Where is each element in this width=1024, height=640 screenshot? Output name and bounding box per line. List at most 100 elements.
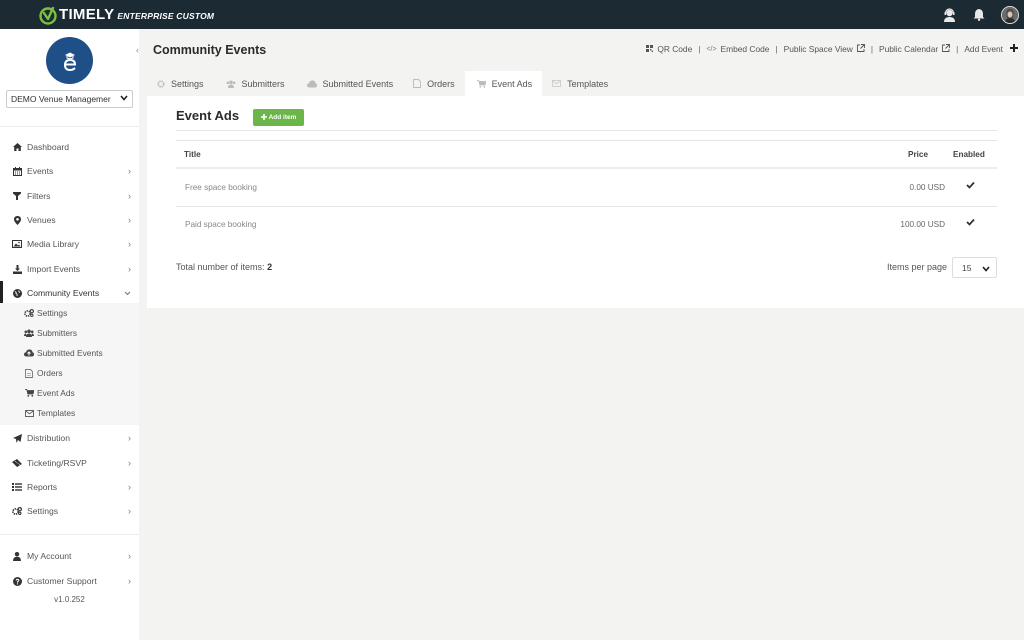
- sidebar-item-label: Distribution: [27, 433, 70, 443]
- sidebar-item-ticketing-rsvp[interactable]: Ticketing/RSVP ›: [0, 451, 139, 475]
- sidebar-item-label: Ticketing/RSVP: [27, 458, 87, 468]
- submenu-item-orders[interactable]: Orders: [0, 363, 139, 383]
- envelope-icon: [24, 409, 34, 417]
- cloud-upload-icon: [24, 349, 34, 357]
- panel-title: Event Ads: [176, 108, 240, 123]
- app-version: v1.0.252: [54, 595, 85, 604]
- total-items: Total number of items: 2: [176, 262, 272, 272]
- chevron-right-icon: ›: [128, 482, 131, 492]
- tab-orders[interactable]: Orders: [403, 71, 465, 96]
- submenu-item-settings[interactable]: Settings: [0, 303, 139, 323]
- sidebar-item-import-events[interactable]: Import Events ›: [0, 257, 139, 281]
- file-icon: [24, 368, 34, 378]
- chevron-down-icon: [982, 264, 990, 274]
- sidebar-item-label: Events: [27, 166, 54, 176]
- row-title[interactable]: Paid space booking: [185, 220, 256, 229]
- sidebar: ‹ DEMO Venue Managemer Dashboard Events …: [0, 29, 139, 640]
- items-per-page-label: Items per page: [886, 262, 947, 272]
- external-link-icon: [942, 44, 951, 54]
- add-event-link[interactable]: Add Event: [964, 44, 1018, 54]
- sidebar-item-label: Community Events: [27, 288, 100, 298]
- tab-label: Orders: [427, 78, 455, 89]
- chevron-right-icon: ›: [128, 458, 131, 468]
- bell-icon[interactable]: [971, 7, 987, 23]
- tab-event-ads[interactable]: Event Ads: [464, 71, 543, 96]
- submenu-item-label: Settings: [37, 308, 68, 318]
- top-bar: TIMELY ENTERPRISE CUSTOM: [0, 0, 1024, 29]
- submenu-item-event-ads[interactable]: Event Ads: [0, 383, 139, 403]
- plus-icon: [1010, 44, 1018, 54]
- page-title: Community Events: [153, 43, 267, 57]
- add-item-button[interactable]: Add item: [253, 109, 304, 126]
- column-header-price[interactable]: Price: [908, 150, 928, 159]
- qr-code-link[interactable]: QR Code: [646, 44, 692, 54]
- sidebar-item-settings[interactable]: Settings ›: [0, 499, 139, 523]
- map-marker-icon: [12, 215, 22, 225]
- public-calendar-label: Public Calendar: [879, 44, 939, 54]
- sidebar-item-reports[interactable]: Reports ›: [0, 475, 139, 499]
- tab-templates[interactable]: Templates: [542, 71, 618, 96]
- sidebar-item-distribution[interactable]: Distribution ›: [0, 426, 139, 450]
- event-ads-panel: Event Ads Add item Title Price Enabled F…: [147, 96, 1024, 308]
- row-title[interactable]: Free space booking: [185, 183, 257, 192]
- globe-icon: [12, 288, 22, 298]
- cogs-icon: [24, 309, 34, 317]
- column-header-enabled[interactable]: Enabled: [953, 150, 985, 159]
- tab-settings[interactable]: Settings: [147, 71, 214, 96]
- sidebar-item-events[interactable]: Events ›: [0, 159, 139, 183]
- public-space-view-link[interactable]: Public Space View: [784, 44, 865, 54]
- paper-plane-icon: [12, 433, 22, 443]
- public-calendar-link[interactable]: Public Calendar: [879, 44, 951, 54]
- timely-logo-icon: [39, 6, 57, 25]
- items-per-page-select[interactable]: 15: [952, 257, 997, 278]
- sidebar-divider: [0, 534, 139, 535]
- tab-submitted-events[interactable]: Submitted Events: [295, 71, 404, 96]
- sidebar-item-label: Reports: [27, 482, 58, 492]
- submenu-item-submitted-events[interactable]: Submitted Events: [0, 343, 139, 363]
- user-avatar[interactable]: [1001, 5, 1019, 24]
- venue-select[interactable]: DEMO Venue Managemer: [6, 90, 133, 108]
- add-event-label: Add Event: [964, 44, 1003, 54]
- users-icon: [226, 80, 236, 88]
- sidebar-item-label: Dashboard: [27, 142, 70, 152]
- check-icon: [966, 181, 976, 191]
- organization-logo: [46, 37, 93, 84]
- column-header-title[interactable]: Title: [184, 150, 201, 159]
- sidebar-item-filters[interactable]: Filters ›: [0, 184, 139, 208]
- sidebar-divider: [0, 126, 139, 127]
- external-link-icon: [856, 44, 865, 54]
- timely-logo[interactable]: TIMELY ENTERPRISE CUSTOM: [38, 0, 214, 29]
- row-price: 0.00 USD: [909, 183, 946, 192]
- submenu-item-label: Templates: [37, 408, 76, 418]
- calendar-icon: [12, 166, 22, 176]
- chevron-right-icon: ›: [128, 215, 131, 225]
- venue-select-value: DEMO Venue Managemer: [11, 94, 111, 104]
- separator: |: [775, 44, 778, 54]
- sidebar-item-customer-support[interactable]: Customer Support ›: [0, 569, 139, 593]
- support-agent-icon[interactable]: [941, 7, 957, 23]
- embed-code-link[interactable]: </> Embed Code: [706, 44, 769, 54]
- brand-name: TIMELY: [59, 6, 115, 23]
- code-icon: </>: [706, 45, 717, 53]
- table-row[interactable]: Free space booking 0.00 USD: [176, 169, 997, 206]
- collapse-sidebar-button[interactable]: ‹: [136, 45, 139, 55]
- sidebar-item-community-events[interactable]: Community Events: [0, 281, 139, 305]
- submenu-item-label: Submitters: [37, 328, 78, 338]
- row-price: 100.00 USD: [900, 220, 945, 229]
- table-row[interactable]: Paid space booking 100.00 USD: [176, 206, 997, 243]
- sidebar-item-dashboard[interactable]: Dashboard: [0, 135, 139, 159]
- sidebar-item-media-library[interactable]: Media Library ›: [0, 232, 139, 256]
- chevron-right-icon: ›: [128, 166, 131, 176]
- sidebar-item-venues[interactable]: Venues ›: [0, 208, 139, 232]
- sidebar-item-my-account[interactable]: My Account ›: [0, 544, 139, 568]
- chevron-right-icon: ›: [128, 264, 131, 274]
- submenu-item-templates[interactable]: Templates: [0, 403, 139, 423]
- tab-submitters[interactable]: Submitters: [214, 71, 295, 96]
- submenu-item-submitters[interactable]: Submitters: [0, 323, 139, 343]
- items-per-page-value: 15: [962, 262, 972, 273]
- separator: |: [956, 44, 959, 54]
- tab-label: Templates: [567, 78, 609, 89]
- cog-icon: [157, 79, 165, 88]
- add-item-label: Add item: [268, 114, 297, 121]
- cogs-icon: [12, 507, 22, 515]
